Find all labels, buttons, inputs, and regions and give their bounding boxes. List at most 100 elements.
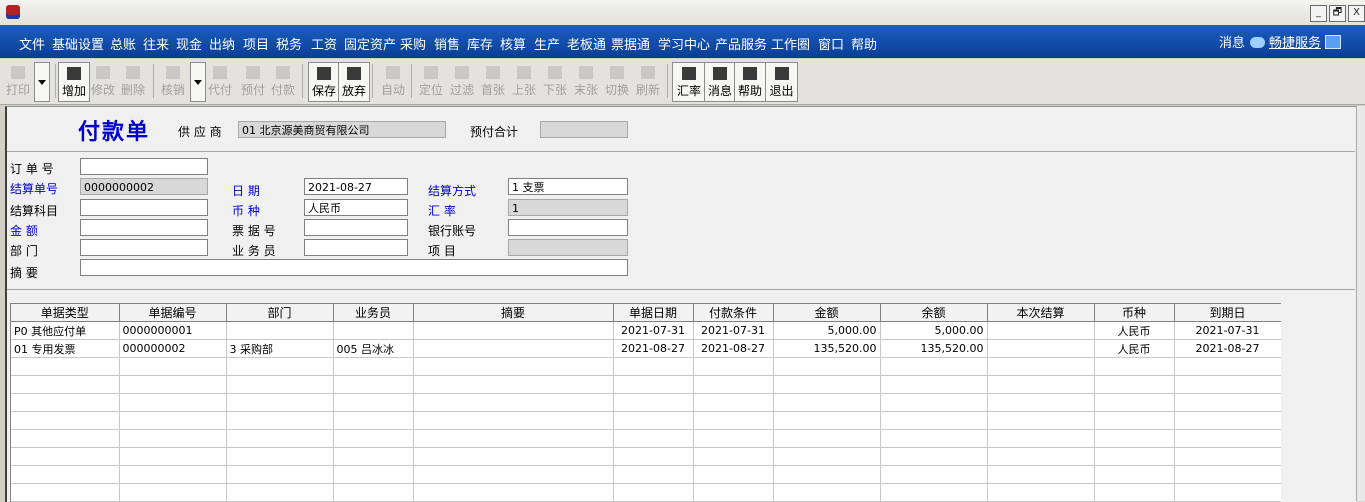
table-cell[interactable]: [119, 357, 227, 376]
date-field[interactable]: 2021-08-27: [304, 178, 408, 195]
table-cell[interactable]: [693, 375, 774, 394]
toolbar-button-16[interactable]: 末张: [571, 62, 601, 100]
table-cell[interactable]: [693, 483, 774, 502]
toolbar-button-20[interactable]: 消息: [704, 62, 736, 102]
table-cell[interactable]: 2021-07-31: [1174, 321, 1281, 340]
table-cell[interactable]: [773, 357, 881, 376]
salesman-field[interactable]: [304, 239, 408, 256]
menu-messages[interactable]: 消息 畅捷服务: [1219, 32, 1342, 51]
table-cell[interactable]: [1094, 465, 1175, 484]
table-cell[interactable]: [226, 357, 334, 376]
restore-button[interactable]: 🗗: [1329, 5, 1346, 22]
table-cell[interactable]: [987, 357, 1095, 376]
toolbar-button-15[interactable]: 下张: [540, 62, 570, 100]
table-cell[interactable]: [613, 393, 694, 412]
menu-item-10[interactable]: 采购: [400, 34, 426, 53]
table-cell[interactable]: [1094, 411, 1175, 430]
column-header-9[interactable]: 本次结算: [987, 304, 1095, 322]
table-cell[interactable]: [880, 393, 988, 412]
column-header-5[interactable]: 单据日期: [613, 304, 694, 322]
column-header-8[interactable]: 余额: [880, 304, 988, 322]
toolbar-button-9[interactable]: 放弃: [338, 62, 370, 102]
table-cell[interactable]: 5,000.00: [880, 321, 988, 340]
table-cell[interactable]: [987, 411, 1095, 430]
column-header-0[interactable]: 单据类型: [11, 304, 120, 322]
currency-field[interactable]: 人民币: [304, 199, 408, 216]
summary-field[interactable]: [80, 259, 628, 276]
menu-item-7[interactable]: 税务: [276, 34, 302, 53]
table-cell[interactable]: [880, 429, 988, 448]
table-cell[interactable]: [11, 357, 120, 376]
table-cell[interactable]: [987, 375, 1095, 394]
table-cell[interactable]: 135,520.00: [880, 339, 988, 358]
table-cell[interactable]: [119, 375, 227, 394]
table-cell[interactable]: 人民币: [1094, 339, 1175, 358]
menu-item-12[interactable]: 库存: [467, 34, 493, 53]
table-cell[interactable]: [11, 375, 120, 394]
table-cell[interactable]: 0000000001: [119, 321, 227, 340]
table-cell[interactable]: [413, 375, 614, 394]
table-cell[interactable]: [1094, 393, 1175, 412]
table-cell[interactable]: [1174, 483, 1281, 502]
table-cell[interactable]: [1174, 393, 1281, 412]
bill-no-field[interactable]: [304, 219, 408, 236]
supplier-field[interactable]: 01 北京源美商贸有限公司: [238, 121, 446, 138]
table-cell[interactable]: [1094, 447, 1175, 466]
table-cell[interactable]: 2021-08-27: [613, 339, 694, 358]
column-header-4[interactable]: 摘要: [413, 304, 614, 322]
table-cell[interactable]: [226, 447, 334, 466]
table-cell[interactable]: [413, 411, 614, 430]
table-cell[interactable]: [613, 411, 694, 430]
table-cell[interactable]: [226, 393, 334, 412]
table-cell[interactable]: [226, 465, 334, 484]
toolbar-button-13[interactable]: 首张: [478, 62, 508, 100]
menu-item-21[interactable]: 帮助: [851, 34, 877, 53]
table-row[interactable]: P0 其他应付单 0000000001 2021-07-31 2021-07-31 5,…: [11, 321, 1281, 340]
toolbar-button-7[interactable]: 付款: [268, 62, 298, 100]
empty-table-row[interactable]: [11, 465, 1281, 484]
toolbar-button-12[interactable]: 过滤: [447, 62, 477, 100]
table-cell[interactable]: [773, 429, 881, 448]
menu-item-11[interactable]: 销售: [434, 34, 460, 53]
toolbar-button-6[interactable]: 预付: [238, 62, 268, 100]
toolbar-button-4[interactable]: 核销: [158, 62, 188, 100]
table-cell[interactable]: [333, 357, 414, 376]
table-cell[interactable]: [226, 411, 334, 430]
table-cell[interactable]: [880, 411, 988, 430]
table-cell[interactable]: [987, 429, 1095, 448]
table-cell[interactable]: P0 其他应付单: [11, 321, 120, 340]
table-cell[interactable]: [880, 447, 988, 466]
menu-item-8[interactable]: 工资: [311, 34, 337, 53]
print-dropdown-button[interactable]: [34, 62, 50, 102]
table-cell[interactable]: [773, 483, 881, 502]
close-button[interactable]: X: [1348, 5, 1365, 22]
table-cell[interactable]: [1094, 483, 1175, 502]
column-header-2[interactable]: 部门: [226, 304, 334, 322]
vertical-scrollbar[interactable]: [1356, 106, 1365, 501]
table-cell[interactable]: [987, 447, 1095, 466]
empty-table-row[interactable]: [11, 447, 1281, 466]
table-cell[interactable]: [1174, 411, 1281, 430]
column-header-11[interactable]: 到期日: [1174, 304, 1281, 322]
toolbar-button-18[interactable]: 刷新: [633, 62, 663, 100]
toolbar-button-8[interactable]: 保存: [308, 62, 340, 102]
table-cell[interactable]: [1174, 375, 1281, 394]
bank-account-field[interactable]: [508, 219, 628, 236]
column-header-7[interactable]: 金额: [773, 304, 881, 322]
table-cell[interactable]: [613, 429, 694, 448]
empty-table-row[interactable]: [11, 357, 1281, 376]
toolbar-button-21[interactable]: 帮助: [734, 62, 766, 102]
table-cell[interactable]: [119, 465, 227, 484]
empty-table-row[interactable]: [11, 429, 1281, 448]
settle-method-field[interactable]: 1 支票: [508, 178, 628, 195]
table-cell[interactable]: [1094, 357, 1175, 376]
empty-table-row[interactable]: [11, 393, 1281, 412]
table-cell[interactable]: [613, 483, 694, 502]
toolbar-button-10[interactable]: 自动: [376, 62, 410, 100]
table-cell[interactable]: [693, 429, 774, 448]
menu-item-2[interactable]: 总账: [110, 34, 136, 53]
toolbar-button-2[interactable]: 修改: [88, 62, 118, 100]
table-cell[interactable]: [333, 429, 414, 448]
empty-table-row[interactable]: [11, 375, 1281, 394]
menu-item-3[interactable]: 往来: [143, 34, 169, 53]
